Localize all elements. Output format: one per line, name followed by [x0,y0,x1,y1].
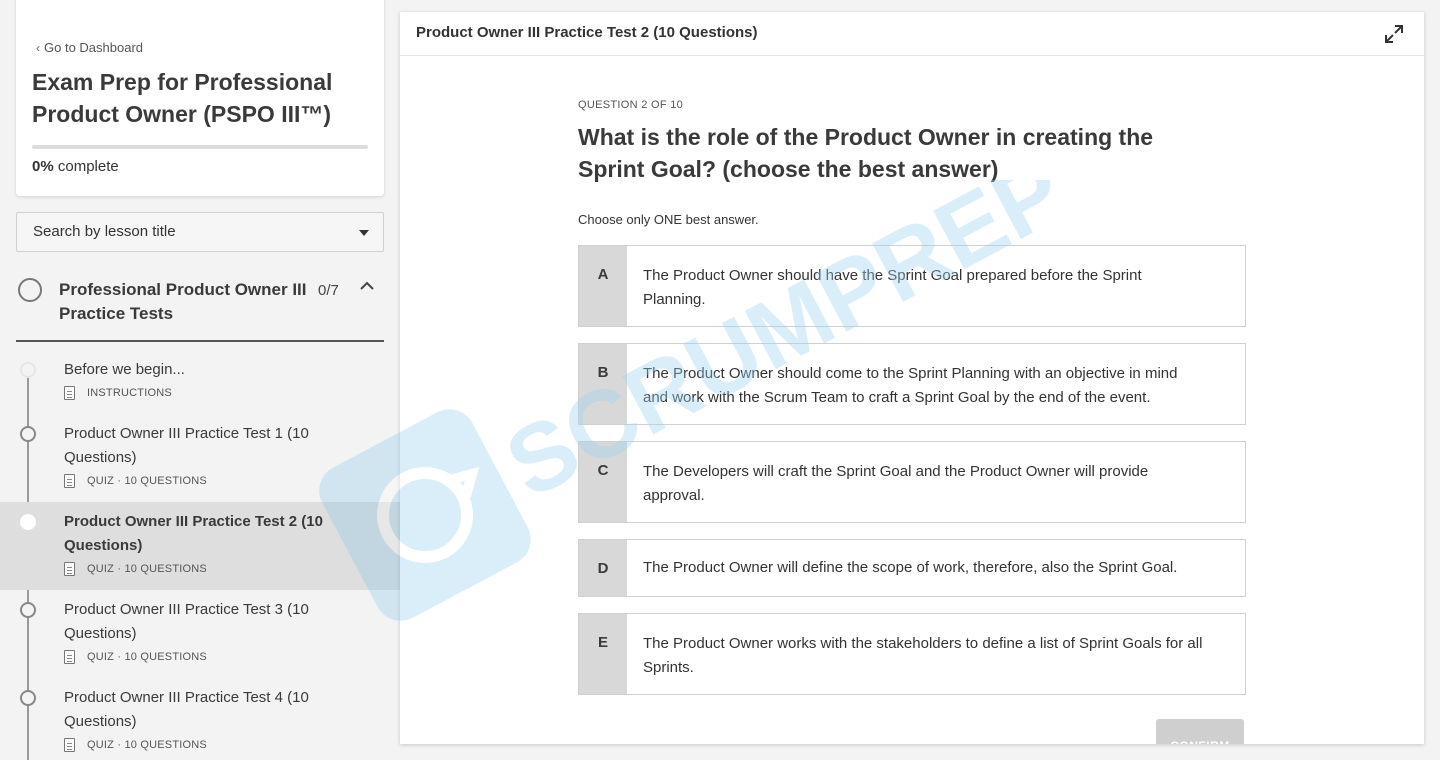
progress-text: 0% complete [32,158,119,175]
lesson-meta: INSTRUCTIONS [64,386,172,400]
lesson-status-circle-icon [20,362,36,378]
lesson-meta: QUIZ · 10 QUESTIONS [64,474,207,488]
confirm-button[interactable]: CONFIRM [1156,719,1244,744]
lesson-item-practice-test-3[interactable]: Product Owner III Practice Test 3 (10 Qu… [0,590,400,678]
lesson-title: Product Owner III Practice Test 4 (10 Qu… [64,689,309,730]
course-card: ‹ Go to Dashboard Exam Prep for Professio… [16,0,384,196]
lesson-meta-label: INSTRUCTIONS [87,387,172,399]
lesson-header-title: Product Owner III Practice Test 2 (10 Qu… [416,24,758,41]
lesson-search-dropdown[interactable]: Search by lesson title [16,212,384,252]
lesson-status-circle-icon [20,426,36,442]
answer-instruction: Choose only ONE best answer. [578,212,759,227]
lesson-item-practice-test-1[interactable]: Product Owner III Practice Test 1 (10 Qu… [0,414,400,502]
lesson-item-before-we-begin[interactable]: Before we begin... INSTRUCTIONS [0,350,400,414]
chevron-left-icon: ‹ [36,41,40,55]
option-text: The Product Owner should come to the Spr… [643,365,1178,406]
lesson-header: Product Owner III Practice Test 2 (10 Qu… [400,12,1424,56]
lesson-title: Product Owner III Practice Test 1 (10 Qu… [64,425,309,466]
option-letter: B [579,344,627,424]
quiz-document-icon [64,474,75,488]
quiz-document-icon [64,562,75,576]
lesson-item-practice-test-4[interactable]: Product Owner III Practice Test 4 (10 Qu… [0,678,400,760]
section-progress-circle-icon [18,278,42,302]
lesson-meta-label: QUIZ · 10 QUESTIONS [87,563,207,575]
progress-percent: 0% [32,158,54,175]
option-text: The Developers will craft the Sprint Goa… [643,463,1149,504]
section-lesson-count: 0/7 [318,282,339,299]
option-letter: E [579,614,627,694]
lesson-search-placeholder: Search by lesson title [33,223,176,240]
lesson-meta: QUIZ · 10 QUESTIONS [64,738,207,752]
lesson-content-panel: Product Owner III Practice Test 2 (10 Qu… [400,12,1424,744]
lesson-meta: QUIZ · 10 QUESTIONS [64,650,207,664]
answer-option-b[interactable]: B The Product Owner should come to the S… [578,343,1246,425]
question-text: What is the role of the Product Owner in… [578,124,1154,182]
progress-suffix: complete [53,158,119,175]
lesson-status-circle-icon [20,514,36,530]
expand-fullscreen-icon[interactable] [1384,24,1404,44]
caret-down-icon [359,230,369,236]
lesson-meta-label: QUIZ · 10 QUESTIONS [87,475,207,487]
course-sidebar: ‹ Go to Dashboard Exam Prep for Professio… [0,0,400,760]
lesson-title: Before we begin... [64,361,185,378]
quiz-document-icon [64,650,75,664]
lesson-title: Product Owner III Practice Test 2 (10 Qu… [64,513,323,554]
lesson-meta-label: QUIZ · 10 QUESTIONS [87,651,207,663]
answer-option-c[interactable]: C The Developers will craft the Sprint G… [578,441,1246,523]
course-progress-bar [32,145,368,149]
answer-option-d[interactable]: D The Product Owner will define the scop… [578,539,1246,597]
lesson-status-circle-icon [20,602,36,618]
lesson-status-circle-icon [20,690,36,706]
lesson-meta-label: QUIZ · 10 QUESTIONS [87,739,207,751]
answer-option-e[interactable]: E The Product Owner works with the stake… [578,613,1246,695]
option-text: The Product Owner will define the scope … [643,559,1178,576]
section-title: Professional Product Owner III Practice … [59,280,307,323]
lesson-item-practice-test-2[interactable]: Product Owner III Practice Test 2 (10 Qu… [0,502,400,590]
quiz-document-icon [64,738,75,752]
lesson-title: Product Owner III Practice Test 3 (10 Qu… [64,601,309,642]
option-text: The Product Owner should have the Sprint… [643,267,1142,308]
lesson-meta: QUIZ · 10 QUESTIONS [64,562,207,576]
answer-option-a[interactable]: A The Product Owner should have the Spri… [578,245,1246,327]
section-header-practice-tests[interactable]: Professional Product Owner III Practice … [16,272,384,342]
document-icon [64,386,75,400]
option-letter: D [579,540,627,596]
course-title: Exam Prep for Professional Product Owner… [32,69,333,127]
go-to-dashboard-link[interactable]: ‹ Go to Dashboard [36,40,143,55]
question-counter: QUESTION 2 OF 10 [578,99,684,111]
chevron-up-icon[interactable] [360,278,374,294]
option-letter: A [579,246,627,326]
option-letter: C [579,442,627,522]
option-text: The Product Owner works with the stakeho… [643,635,1203,676]
back-link-label: Go to Dashboard [44,40,144,55]
